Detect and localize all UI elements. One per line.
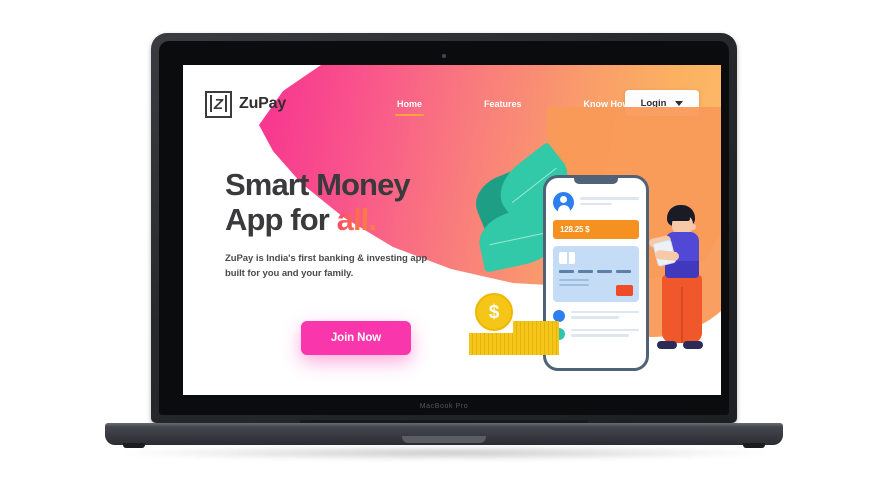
placeholder-line xyxy=(571,328,639,331)
placeholder-line xyxy=(580,202,613,205)
subtext-line-2: built for you and your family. xyxy=(225,268,354,280)
transaction-lines xyxy=(571,310,639,322)
character-ear xyxy=(691,224,696,230)
headline-line-2-plain: App for xyxy=(225,202,337,238)
card-action-button xyxy=(616,285,633,296)
zupay-logo-icon: Z xyxy=(205,90,232,118)
nav-item-features[interactable]: Features xyxy=(478,99,528,109)
coin-dollar-symbol: $ xyxy=(488,301,500,323)
character-hair-front xyxy=(668,212,690,221)
leaf-vein xyxy=(489,231,549,246)
placeholder-line xyxy=(580,197,639,200)
browser-viewport: Z ZuPay Home Features Know How's Login S… xyxy=(183,65,721,395)
character-shoe-left xyxy=(657,341,677,349)
card-chip-icon xyxy=(559,252,575,264)
hero-subtext: ZuPay is India's first banking & investi… xyxy=(225,251,495,282)
character-illustration xyxy=(648,205,713,355)
device-model-label: MacBook Pro xyxy=(419,403,469,410)
coin-stack-right xyxy=(513,321,559,355)
coin-ridges xyxy=(513,321,559,355)
laptop-screen-bezel: Z ZuPay Home Features Know How's Login S… xyxy=(159,41,729,415)
character-shoe-right xyxy=(683,341,703,349)
join-now-button[interactable]: Join Now xyxy=(301,321,411,355)
card-digit-group xyxy=(578,270,593,273)
placeholder-line xyxy=(571,316,619,319)
card-digit-group xyxy=(616,270,631,273)
phone-profile-row xyxy=(553,192,639,213)
hero-headline: Smart Money App for all. xyxy=(225,167,495,237)
subtext-line-1: ZuPay is India's first banking & investi… xyxy=(225,253,428,265)
laptop-base xyxy=(105,423,783,448)
phone-notch xyxy=(574,178,618,184)
brand-name: ZuPay xyxy=(239,95,287,112)
laptop-mockup: Z ZuPay Home Features Know How's Login S… xyxy=(0,0,888,500)
laptop-lid: Z ZuPay Home Features Know How's Login S… xyxy=(151,33,737,423)
card-placeholder-line xyxy=(559,278,589,281)
logo-letter: Z xyxy=(213,95,224,113)
card-number-groups xyxy=(559,270,633,273)
coin-stack-left xyxy=(469,333,515,355)
coin-ridges xyxy=(469,333,515,355)
coins-group: $ xyxy=(469,293,569,363)
profile-placeholder-lines xyxy=(580,197,639,208)
transaction-lines xyxy=(571,328,639,340)
chevron-down-icon xyxy=(675,100,684,106)
laptop-base-top xyxy=(105,423,783,426)
headline-line-1: Smart Money xyxy=(225,167,411,202)
placeholder-line xyxy=(571,310,639,313)
laptop-foot-left xyxy=(123,443,145,448)
balance-amount: 128.25 $ xyxy=(560,225,590,234)
phone-balance-bar: 128.25 $ xyxy=(553,220,639,239)
dollar-coin-icon: $ xyxy=(475,293,513,331)
user-avatar-icon xyxy=(553,192,574,213)
card-placeholder-line xyxy=(559,283,589,286)
laptop-foot-right xyxy=(743,443,765,448)
join-now-label: Join Now xyxy=(330,332,382,344)
webcam-icon xyxy=(442,54,446,58)
screenshot-stage: Z ZuPay Home Features Know How's Login S… xyxy=(0,0,888,500)
character-leg-split xyxy=(681,287,683,343)
card-digit-group xyxy=(559,270,574,273)
nav-item-home[interactable]: Home xyxy=(391,99,428,116)
laptop-front-notch xyxy=(402,436,486,443)
card-digit-group xyxy=(597,270,612,273)
laptop-shadow xyxy=(120,446,770,460)
placeholder-line xyxy=(571,334,629,337)
zupay-landing-page: Z ZuPay Home Features Know How's Login S… xyxy=(183,65,721,395)
brand-logo[interactable]: Z ZuPay xyxy=(205,87,286,121)
hero-illustration: 128.25 $ $ xyxy=(468,107,721,395)
hero-content: Smart Money App for all. ZuPay is India'… xyxy=(225,167,495,282)
headline-accent-word: all. xyxy=(336,202,377,238)
